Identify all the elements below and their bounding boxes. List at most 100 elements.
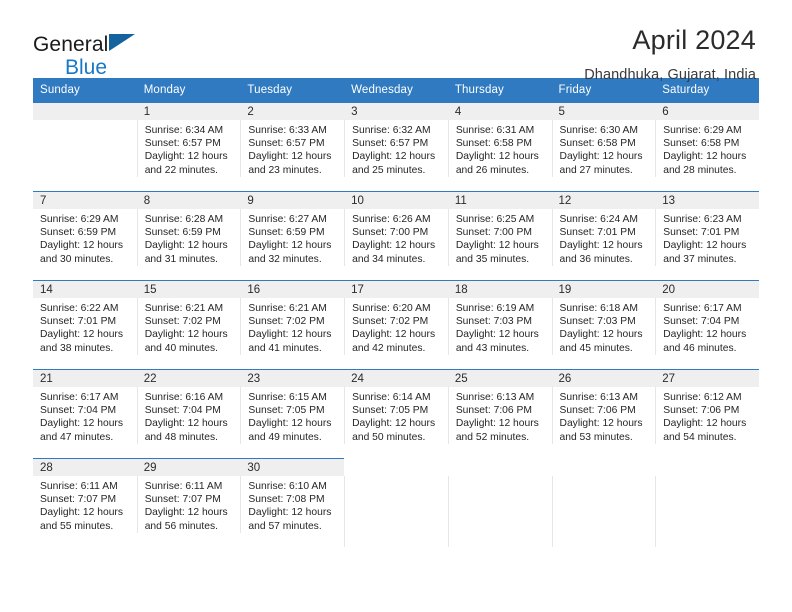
sunset-text: Sunset: 7:05 PM — [352, 405, 429, 417]
weekday-header-monday: Monday — [136, 78, 241, 102]
day-details: Sunrise: 6:17 AM Sunset: 7:04 PM Daylight:… — [655, 298, 759, 355]
calendar-day-cell[interactable]: 8 Sunrise: 6:28 AM Sunset: 6:59 PM Daylight… — [136, 191, 241, 280]
day-number: 5 — [551, 102, 656, 120]
calendar-day-cell[interactable]: 16 Sunrise: 6:21 AM Sunset: 7:02 PM Dayligh… — [240, 280, 345, 369]
calendar-day-cell[interactable]: 20 Sunrise: 6:17 AM Sunset: 7:04 PM Dayligh… — [655, 280, 759, 369]
sunrise-text: Sunrise: 6:17 AM — [663, 303, 742, 314]
day-number: 18 — [447, 280, 552, 298]
day-details: Sunrise: 6:33 AM Sunset: 6:57 PM Daylight:… — [240, 120, 344, 177]
logo-text-blue: Blue — [65, 56, 108, 79]
calendar-day-cell[interactable]: 12 Sunrise: 6:24 AM Sunset: 7:01 PM Dayligh… — [551, 191, 656, 280]
day-details: Sunrise: 6:10 AM Sunset: 7:08 PM Daylight:… — [240, 476, 344, 533]
day-number — [33, 102, 137, 120]
day-details: Sunrise: 6:12 AM Sunset: 7:06 PM Daylight:… — [655, 387, 759, 444]
daylight-text-line2: and 54 minutes. — [663, 431, 737, 443]
calendar-day-cell[interactable]: 3 Sunrise: 6:32 AM Sunset: 6:57 PM Daylight… — [344, 102, 448, 191]
day-number: 14 — [33, 280, 137, 298]
daylight-text-line2: and 43 minutes. — [455, 342, 530, 354]
sunrise-text: Sunrise: 6:26 AM — [352, 214, 431, 225]
day-number — [552, 458, 656, 476]
daylight-text-line2: and 57 minutes. — [248, 520, 322, 532]
sunrise-text: Sunrise: 6:17 AM — [40, 392, 119, 403]
calendar-day-cell[interactable]: 6 Sunrise: 6:29 AM Sunset: 6:58 PM Daylight… — [655, 102, 759, 191]
calendar-body: 1 Sunrise: 6:34 AM Sunset: 6:57 PM Daylight… — [33, 102, 759, 547]
day-number: 11 — [447, 191, 552, 209]
calendar-day-cell[interactable]: 15 Sunrise: 6:21 AM Sunset: 7:02 PM Dayligh… — [136, 280, 241, 369]
daylight-text-line2: and 45 minutes. — [559, 342, 633, 354]
daylight-text-line2: and 49 minutes. — [248, 431, 322, 443]
daylight-text-line1: Daylight: 12 hours — [663, 418, 747, 430]
daylight-text-line2: and 28 minutes. — [663, 164, 737, 176]
calendar-day-cell[interactable]: 29 Sunrise: 6:11 AM Sunset: 7:07 PM Dayligh… — [136, 458, 241, 547]
day-details: Sunrise: 6:29 AM Sunset: 6:58 PM Daylight:… — [655, 120, 759, 177]
day-details: Sunrise: 6:24 AM Sunset: 7:01 PM Daylight:… — [551, 209, 656, 266]
sunset-text: Sunset: 6:57 PM — [352, 138, 429, 150]
day-number — [344, 458, 448, 476]
calendar-day-cell[interactable]: 14 Sunrise: 6:22 AM Sunset: 7:01 PM Dayligh… — [33, 280, 137, 369]
calendar-day-cell[interactable]: 13 Sunrise: 6:23 AM Sunset: 7:01 PM Dayligh… — [655, 191, 759, 280]
calendar-day-cell[interactable]: 22 Sunrise: 6:16 AM Sunset: 7:04 PM Dayligh… — [136, 369, 241, 458]
daylight-text-line1: Daylight: 12 hours — [455, 329, 539, 341]
day-details: Sunrise: 6:31 AM Sunset: 6:58 PM Daylight:… — [447, 120, 552, 177]
sunset-text: Sunset: 7:01 PM — [40, 316, 117, 328]
calendar-day-cell[interactable]: 1 Sunrise: 6:34 AM Sunset: 6:57 PM Daylight… — [136, 102, 241, 191]
calendar-day-cell[interactable]: 28 Sunrise: 6:11 AM Sunset: 7:07 PM Dayligh… — [33, 458, 137, 547]
daylight-text-line2: and 37 minutes. — [663, 253, 737, 265]
calendar-day-cell[interactable]: 9 Sunrise: 6:27 AM Sunset: 6:59 PM Daylight… — [240, 191, 345, 280]
sunrise-text: Sunrise: 6:15 AM — [248, 392, 327, 403]
daylight-text-line1: Daylight: 12 hours — [663, 329, 747, 341]
sunset-text: Sunset: 7:03 PM — [455, 316, 532, 328]
daylight-text-line2: and 41 minutes. — [248, 342, 322, 354]
daylight-text-line1: Daylight: 12 hours — [248, 507, 332, 519]
calendar-day-cell[interactable]: 21 Sunrise: 6:17 AM Sunset: 7:04 PM Dayligh… — [33, 369, 137, 458]
calendar-day-cell[interactable]: 30 Sunrise: 6:10 AM Sunset: 7:08 PM Dayligh… — [240, 458, 345, 547]
day-details: Sunrise: 6:19 AM Sunset: 7:03 PM Daylight:… — [447, 298, 552, 355]
daylight-text-line1: Daylight: 12 hours — [248, 329, 332, 341]
day-details: Sunrise: 6:13 AM Sunset: 7:06 PM Daylight:… — [551, 387, 656, 444]
daylight-text-line1: Daylight: 12 hours — [144, 240, 228, 252]
calendar-day-cell[interactable]: 10 Sunrise: 6:26 AM Sunset: 7:00 PM Dayligh… — [344, 191, 448, 280]
calendar-day-cell[interactable]: 26 Sunrise: 6:13 AM Sunset: 7:06 PM Dayligh… — [551, 369, 656, 458]
calendar-empty-cell — [655, 458, 759, 547]
sunset-text: Sunset: 7:07 PM — [40, 494, 117, 506]
daylight-text-line1: Daylight: 12 hours — [144, 329, 228, 341]
weekday-header-wednesday: Wednesday — [344, 78, 448, 102]
day-number — [448, 458, 552, 476]
calendar-day-cell[interactable]: 27 Sunrise: 6:12 AM Sunset: 7:06 PM Dayligh… — [655, 369, 759, 458]
logo-triangle-icon — [109, 34, 135, 51]
sunrise-text: Sunrise: 6:23 AM — [663, 214, 742, 225]
daylight-text-line2: and 34 minutes. — [352, 253, 426, 265]
sunset-text: Sunset: 7:02 PM — [144, 316, 221, 328]
calendar-day-cell[interactable]: 2 Sunrise: 6:33 AM Sunset: 6:57 PM Daylight… — [240, 102, 345, 191]
calendar-week-row: 21 Sunrise: 6:17 AM Sunset: 7:04 PM Dayligh… — [33, 369, 759, 458]
weekday-header-sunday: Sunday — [33, 78, 137, 102]
calendar-day-cell[interactable]: 23 Sunrise: 6:15 AM Sunset: 7:05 PM Dayligh… — [240, 369, 345, 458]
sunset-text: Sunset: 7:00 PM — [352, 227, 429, 239]
calendar-day-cell[interactable]: 19 Sunrise: 6:18 AM Sunset: 7:03 PM Dayligh… — [551, 280, 656, 369]
calendar-day-cell[interactable]: 25 Sunrise: 6:13 AM Sunset: 7:06 PM Dayligh… — [447, 369, 552, 458]
day-number: 8 — [136, 191, 241, 209]
day-details: Sunrise: 6:28 AM Sunset: 6:59 PM Daylight:… — [136, 209, 241, 266]
calendar-day-cell[interactable]: 5 Sunrise: 6:30 AM Sunset: 6:58 PM Daylight… — [551, 102, 656, 191]
calendar-day-cell[interactable]: 17 Sunrise: 6:20 AM Sunset: 7:02 PM Dayligh… — [344, 280, 448, 369]
day-number: 26 — [551, 369, 656, 387]
daylight-text-line1: Daylight: 12 hours — [144, 418, 228, 430]
sunrise-text: Sunrise: 6:31 AM — [455, 125, 535, 136]
calendar-day-cell[interactable]: 18 Sunrise: 6:19 AM Sunset: 7:03 PM Dayligh… — [447, 280, 552, 369]
calendar-day-cell[interactable]: 4 Sunrise: 6:31 AM Sunset: 6:58 PM Daylight… — [447, 102, 552, 191]
daylight-text-line1: Daylight: 12 hours — [559, 240, 643, 252]
calendar-day-cell[interactable]: 11 Sunrise: 6:25 AM Sunset: 7:00 PM Dayligh… — [447, 191, 552, 280]
calendar-page: General Blue April 2024 Dhandhuka, Gujar… — [0, 0, 792, 612]
day-details: Sunrise: 6:32 AM Sunset: 6:57 PM Daylight:… — [344, 120, 448, 177]
sunset-text: Sunset: 6:59 PM — [248, 227, 325, 239]
day-details: Sunrise: 6:29 AM Sunset: 6:59 PM Daylight:… — [33, 209, 137, 266]
calendar-day-cell[interactable]: 24 Sunrise: 6:14 AM Sunset: 7:05 PM Dayligh… — [344, 369, 448, 458]
day-details: Sunrise: 6:18 AM Sunset: 7:03 PM Daylight:… — [551, 298, 656, 355]
daylight-text-line2: and 53 minutes. — [559, 431, 633, 443]
day-details: Sunrise: 6:20 AM Sunset: 7:02 PM Daylight:… — [344, 298, 448, 355]
day-number: 17 — [344, 280, 448, 298]
day-number: 1 — [136, 102, 241, 120]
calendar-day-cell[interactable]: 7 Sunrise: 6:29 AM Sunset: 6:59 PM Daylight… — [33, 191, 137, 280]
sunrise-text: Sunrise: 6:10 AM — [248, 481, 327, 492]
daylight-text-line2: and 35 minutes. — [455, 253, 530, 265]
